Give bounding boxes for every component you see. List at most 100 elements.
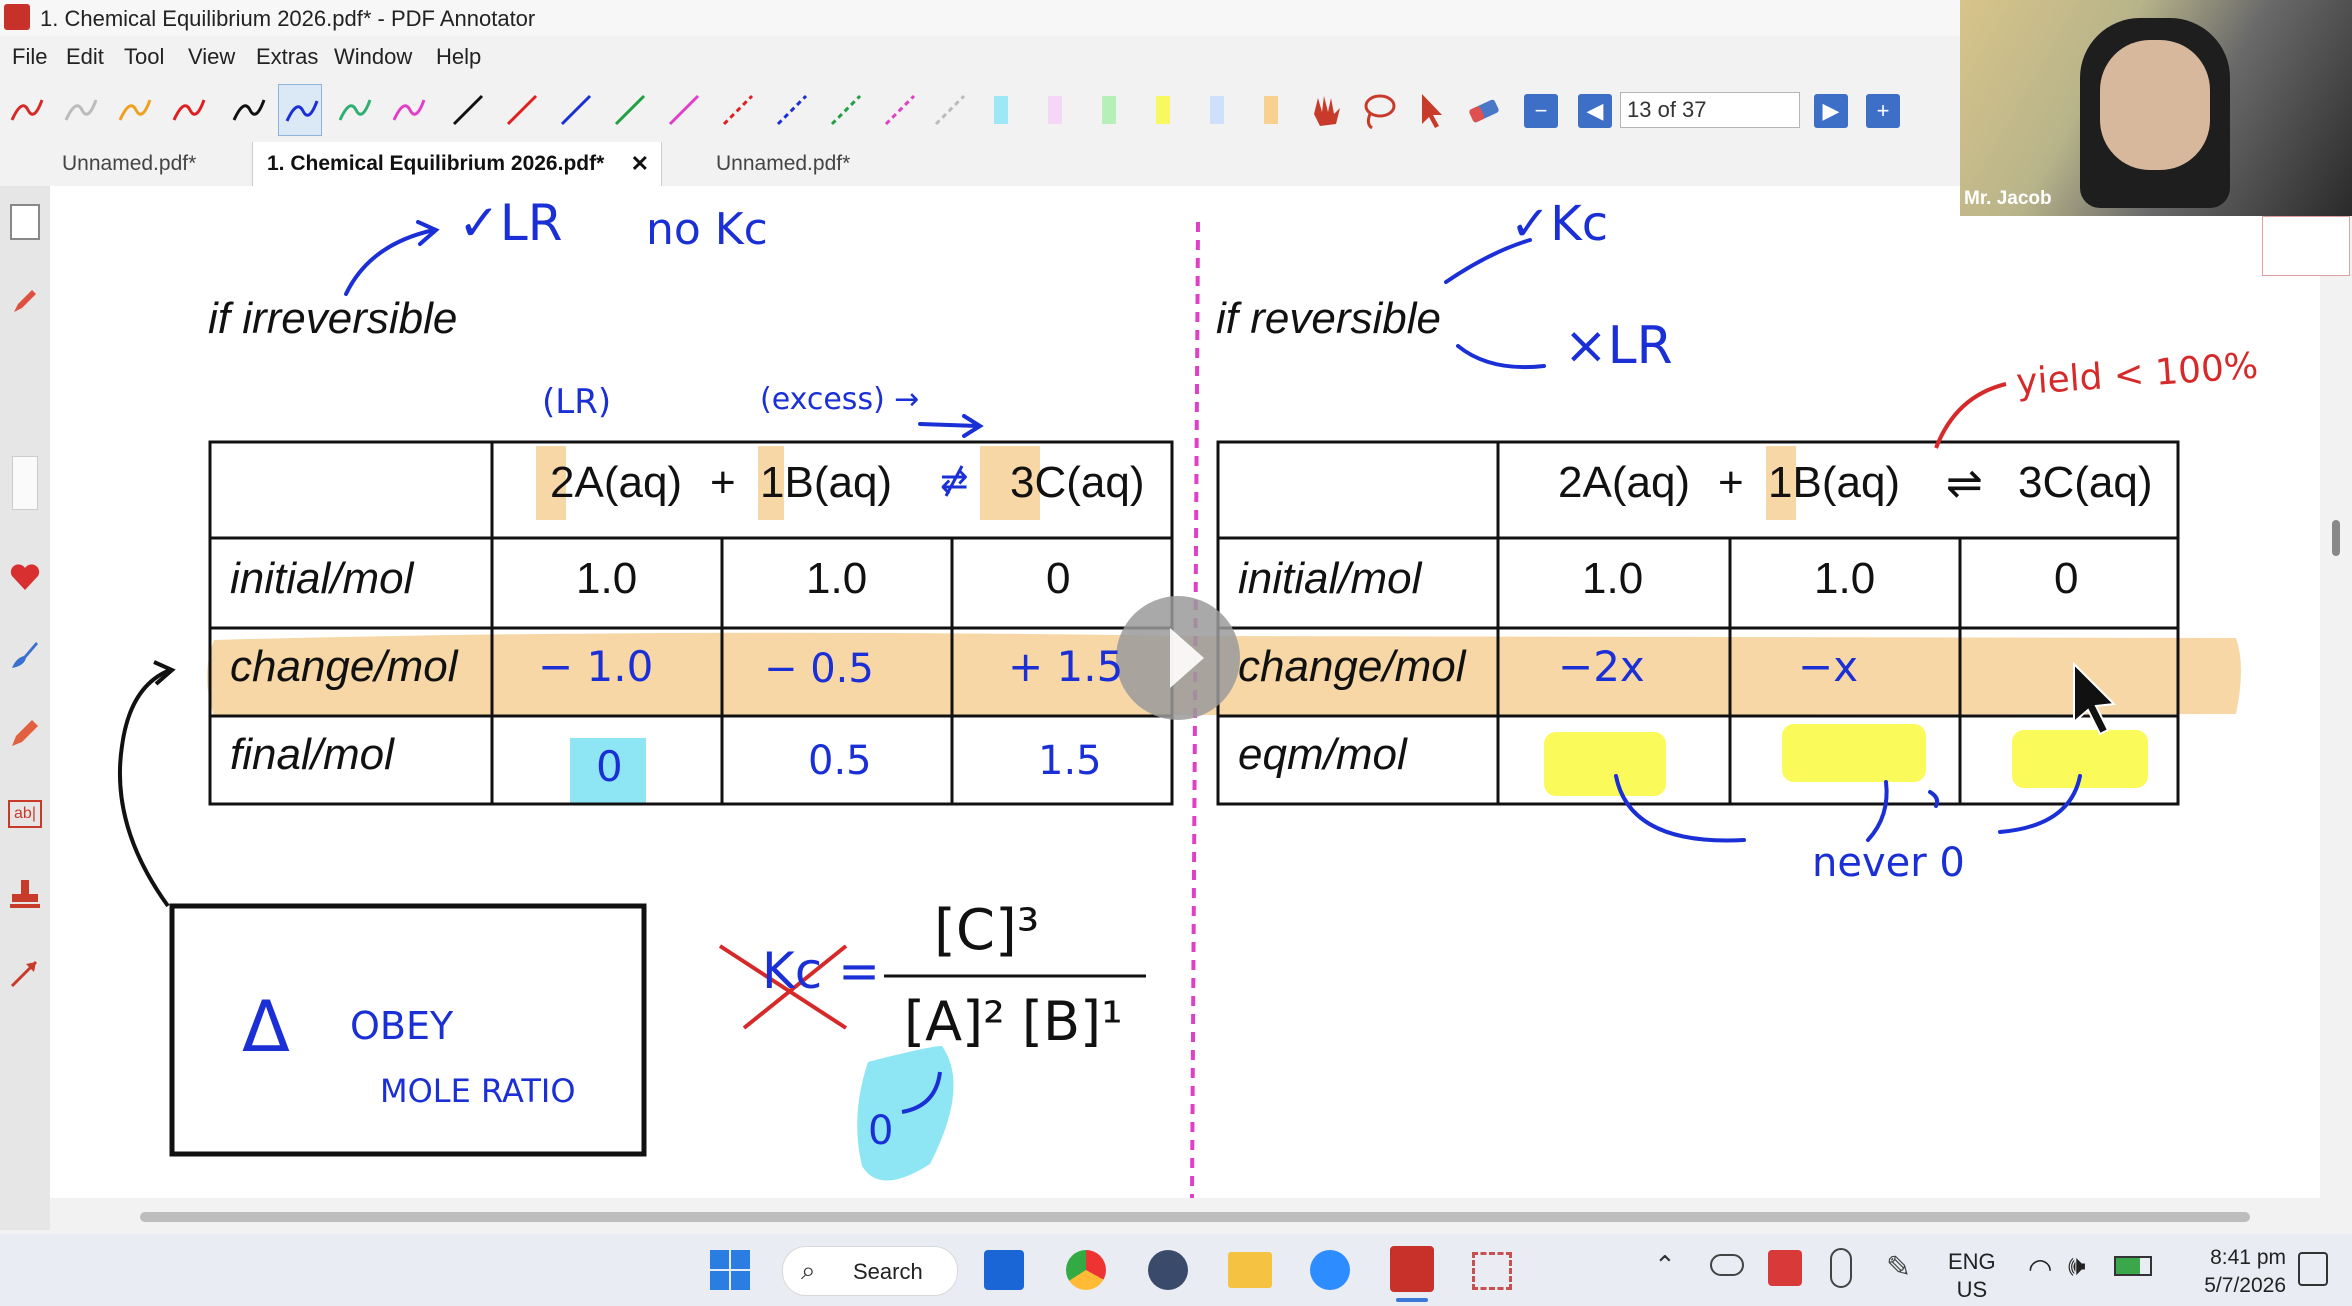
pen-tool-green[interactable] [332,84,376,136]
menu-view[interactable]: View [188,44,235,70]
box-obey: OBEY [350,1004,454,1048]
left-change-b: − 0.5 [764,646,874,692]
select-arrow-icon[interactable] [1408,84,1452,136]
next-page-icon[interactable]: ▶ [1814,94,1848,128]
clock[interactable]: 8:41 pm 5/7/2026 [2180,1244,2286,1300]
notification-icon[interactable] [2298,1252,2328,1286]
dashed-line-tool-red[interactable] [716,84,760,136]
highlighter-icon[interactable] [8,716,42,750]
highlighter-tool-green[interactable] [1088,84,1132,136]
vertical-scrollbar[interactable] [2332,520,2340,556]
menu-window[interactable]: Window [334,44,412,70]
rail-scroller[interactable] [12,456,38,510]
menu-help[interactable]: Help [436,44,481,70]
line-tool-black[interactable] [446,84,490,136]
menu-extras[interactable]: Extras [256,44,318,70]
line-tool-blue[interactable] [554,84,598,136]
stamp-icon[interactable] [8,876,42,910]
arrow-tool-icon[interactable] [8,956,42,990]
zoom-out-icon[interactable]: − [1524,94,1558,128]
pen-tool-magenta[interactable] [386,84,430,136]
lasso-icon[interactable] [1356,84,1400,136]
highlighter-tool-lightblue[interactable] [1196,84,1240,136]
right-eq-arrow: ⇌ [1946,458,1983,509]
taskbar-search[interactable]: ⌕ Search [782,1246,958,1296]
tray-app-icon[interactable] [1768,1250,1802,1286]
line-tool-magenta[interactable] [662,84,706,136]
left-change-c: + 1.5 [1008,642,1124,691]
line-tool-green[interactable] [608,84,652,136]
onedrive-cloud-icon[interactable] [1710,1254,1744,1276]
pdf-annotator-app-icon [4,4,30,30]
tab-label: 1. Chemical Equilibrium 2026.pdf* [267,152,605,175]
eraser-icon[interactable] [1462,84,1506,136]
hand-icon[interactable] [1304,84,1348,136]
wifi-icon[interactable]: ◠ [2028,1252,2052,1285]
close-tab-icon[interactable]: ✕ [631,142,649,186]
pen-menu-icon[interactable]: ✎ [1886,1250,1911,1285]
excess-arrow [918,414,984,438]
pdf-annotator-taskbar-icon[interactable] [1390,1246,1434,1292]
windows-start-icon[interactable] [708,1248,752,1292]
tab-unnamed-2[interactable]: Unnamed.pdf* [716,142,896,186]
text-box-icon[interactable]: ab| [8,800,42,828]
pen-tool-red-2[interactable] [166,84,210,136]
battery-icon[interactable] [2114,1256,2152,1276]
tab-chemical-equilibrium[interactable]: 1. Chemical Equilibrium 2026.pdf* ✕ [252,142,662,186]
pen-tool-orange[interactable] [112,84,156,136]
line-tool-red[interactable] [500,84,544,136]
right-eq-a: 2A(aq) [1558,458,1691,507]
pen-tool-black[interactable] [226,84,270,136]
clock-time: 8:41 pm [2210,1246,2286,1269]
dashed-line-tool-gray[interactable] [928,84,972,136]
snipping-tool-icon[interactable] [1472,1252,1512,1290]
favorites-heart-icon[interactable] [8,560,42,594]
pen-tool-gray[interactable] [58,84,102,136]
menu-tool[interactable]: Tool [124,44,164,70]
file-explorer-icon[interactable] [1228,1252,1272,1288]
page-thumbnail-icon[interactable] [10,204,40,240]
left-eq-c: 3C(aq) [1010,458,1145,507]
left-row-initial-label: initial/mol [230,554,414,603]
tab-unnamed-1[interactable]: Unnamed.pdf* [62,142,242,186]
dropbox-icon[interactable] [984,1250,1024,1290]
no-kc-note: no Kc [646,204,768,255]
show-hidden-icons-chevron-up-icon[interactable]: ⌃ [1654,1250,1676,1281]
highlighter-tool-pink[interactable] [1034,84,1078,136]
language-bottom: US [1956,1277,1988,1302]
volume-icon[interactable]: 🕪 [2068,1250,2086,1283]
clock-date: 5/7/2026 [2204,1274,2286,1297]
lr-check-note: ✓LR [458,194,563,252]
highlighter-tool-yellow[interactable] [1142,84,1186,136]
pen-tool-red[interactable] [4,84,48,136]
yield-pointer [1934,382,2007,449]
menu-edit[interactable]: Edit [66,44,104,70]
pen-icon[interactable] [10,286,40,316]
lr-label-note: (LR) [542,382,612,422]
menu-file[interactable]: File [12,44,47,70]
horizontal-scrollbar[interactable] [140,1212,2250,1222]
dashed-line-tool-magenta[interactable] [878,84,922,136]
x-lr-note: ×LR [1564,316,1673,376]
highlighter-tool-orange[interactable] [1250,84,1294,136]
arrow-to-lr [344,228,436,296]
previous-page-icon[interactable]: ◀ [1578,94,1612,128]
raise-hand-icon[interactable] [2262,216,2350,276]
right-heading: if reversible [1216,294,1441,343]
branch-to-xlr [1456,344,1546,370]
zoom-app-icon[interactable] [1310,1250,1350,1290]
brush-icon[interactable] [8,638,42,672]
right-initial-b: 1.0 [1814,554,1876,603]
pen-tool-blue[interactable] [278,84,322,136]
pdf-page[interactable]: if irreversible if reversible 2A(aq) + 1… [50,186,2320,1198]
language-indicator[interactable]: ENG US [1948,1248,1996,1304]
chrome-icon[interactable] [1066,1250,1106,1290]
dashed-line-tool-blue[interactable] [770,84,814,136]
flash-app-icon[interactable] [1148,1250,1188,1290]
add-page-icon[interactable]: + [1866,94,1900,128]
page-number-field[interactable] [1620,92,1800,128]
dashed-line-tool-green[interactable] [824,84,868,136]
highlighter-tool-cyan[interactable] [980,84,1024,136]
box-mole-ratio: MOLE RATIO [380,1072,576,1110]
microphone-icon[interactable] [1830,1248,1852,1288]
